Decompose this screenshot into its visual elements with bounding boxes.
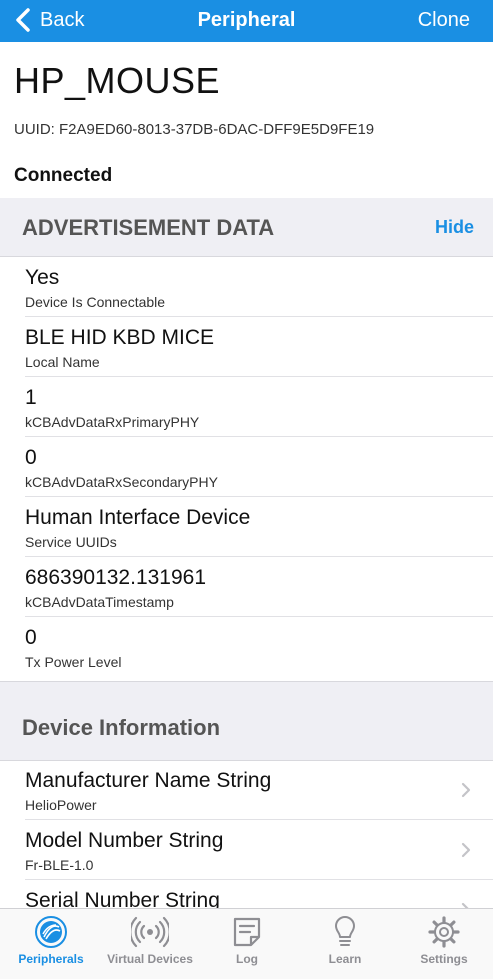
advertisement-list: Yes Device Is Connectable BLE HID KBD MI… (0, 257, 493, 677)
adv-value: 1 (25, 386, 37, 409)
adv-key: Tx Power Level (25, 654, 122, 670)
adv-value: 0 (25, 626, 37, 649)
back-label: Back (40, 8, 85, 31)
characteristic-row-manufacturer[interactable]: Manufacturer Name String HelioPower (0, 760, 493, 820)
navigation-bar: Back Peripheral Clone (0, 0, 493, 42)
adv-row-secondary-phy: 0 kCBAdvDataRxSecondaryPHY (0, 437, 493, 497)
chevron-right-icon (461, 782, 471, 798)
tab-label: Peripherals (18, 952, 84, 966)
tab-label: Learn (328, 952, 362, 966)
adv-value: Yes (25, 266, 60, 289)
characteristic-value: HelioPower (25, 797, 97, 813)
clone-button[interactable]: Clone (418, 9, 470, 32)
characteristic-name: Model Number String (25, 829, 224, 852)
adv-value: 0 (25, 446, 37, 469)
advertisement-header-label: ADVERTISEMENT DATA (22, 215, 275, 240)
back-button[interactable]: Back (14, 7, 84, 33)
advertisement-section-header: ADVERTISEMENT DATA Hide (0, 198, 493, 257)
tab-label: Settings (420, 952, 468, 966)
tab-learn[interactable]: Learn (296, 909, 394, 979)
tab-label: Log (236, 952, 258, 966)
characteristic-row-serial-number[interactable]: Serial Number String (0, 880, 493, 908)
connection-status: Connected (14, 165, 113, 186)
adv-row-connectable: Yes Device Is Connectable (0, 257, 493, 317)
adv-key: kCBAdvDataTimestamp (25, 594, 174, 610)
characteristic-name: Serial Number String (25, 889, 220, 908)
peripheral-name: HP_MOUSE (14, 60, 221, 101)
device-info-section-header: Device Information (0, 681, 493, 761)
device-info-list: Manufacturer Name String HelioPower Mode… (0, 760, 493, 908)
adv-key: kCBAdvDataRxSecondaryPHY (25, 474, 218, 490)
hide-button[interactable]: Hide (435, 217, 474, 238)
adv-key: Local Name (25, 354, 100, 370)
tab-label: Virtual Devices (107, 952, 193, 966)
adv-value: Human Interface Device (25, 506, 251, 529)
adv-key: Service UUIDs (25, 534, 117, 550)
tab-bar: Peripherals Virtual Devices Log Learn Se… (0, 908, 493, 979)
adv-value: 686390132.131961 (25, 566, 207, 589)
characteristic-value: Fr-BLE-1.0 (25, 857, 94, 873)
characteristic-name: Manufacturer Name String (25, 769, 272, 792)
adv-row-service-uuids: Human Interface Device Service UUIDs (0, 497, 493, 557)
broadcast-icon (131, 916, 169, 948)
adv-row-local-name: BLE HID KBD MICE Local Name (0, 317, 493, 377)
chevron-right-icon (461, 842, 471, 858)
tab-log[interactable]: Log (198, 909, 296, 979)
tab-peripherals[interactable]: Peripherals (2, 909, 100, 979)
adv-value: BLE HID KBD MICE (25, 326, 215, 349)
peripherals-icon (35, 916, 67, 948)
adv-row-timestamp: 686390132.131961 kCBAdvDataTimestamp (0, 557, 493, 617)
adv-key: kCBAdvDataRxPrimaryPHY (25, 414, 200, 430)
adv-row-primary-phy: 1 kCBAdvDataRxPrimaryPHY (0, 377, 493, 437)
lightbulb-icon (335, 916, 355, 946)
characteristic-row-model-number[interactable]: Model Number String Fr-BLE-1.0 (0, 820, 493, 880)
adv-key: Device Is Connectable (25, 294, 166, 310)
gear-icon (428, 916, 460, 948)
log-icon (233, 917, 261, 947)
device-info-header-label: Device Information (22, 715, 221, 740)
tab-settings[interactable]: Settings (395, 909, 493, 979)
tab-virtual-devices[interactable]: Virtual Devices (101, 909, 199, 979)
adv-row-tx-power: 0 Tx Power Level (0, 617, 493, 677)
chevron-left-icon (16, 8, 30, 32)
peripheral-uuid: UUID: F2A9ED60-8013-37DB-6DAC-DFF9E5D9FE… (14, 121, 375, 138)
